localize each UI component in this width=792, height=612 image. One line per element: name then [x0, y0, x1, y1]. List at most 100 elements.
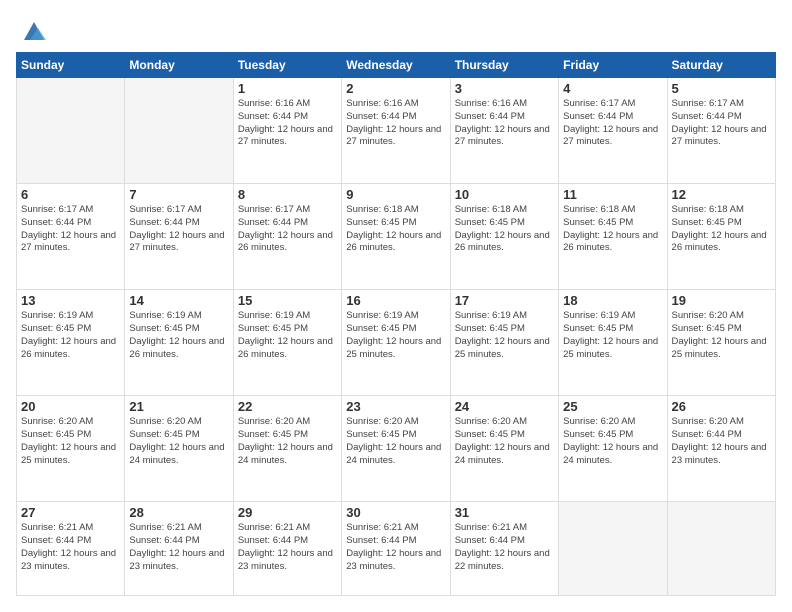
day-cell-21: 21 Sunrise: 6:20 AMSunset: 6:45 PMDayligh…: [125, 396, 233, 502]
day-number: 3: [455, 81, 554, 96]
day-info: Sunrise: 6:20 AMSunset: 6:45 PMDaylight:…: [563, 416, 662, 467]
day-cell-15: 15 Sunrise: 6:19 AMSunset: 6:45 PMDayligh…: [233, 290, 341, 396]
logo: [16, 16, 48, 44]
day-number: 10: [455, 187, 554, 202]
day-cell-17: 17 Sunrise: 6:19 AMSunset: 6:45 PMDayligh…: [450, 290, 558, 396]
day-cell-7: 7 Sunrise: 6:17 AMSunset: 6:44 PMDaylight…: [125, 184, 233, 290]
empty-cell: [17, 78, 125, 184]
day-info: Sunrise: 6:16 AMSunset: 6:44 PMDaylight:…: [238, 98, 337, 149]
day-number: 26: [672, 399, 771, 414]
day-cell-14: 14Sunrise: 6:19 AMSunset: 6:45 PMDayligh…: [125, 290, 233, 396]
day-number: 12: [672, 187, 771, 202]
weekday-header-wednesday: Wednesday: [342, 53, 450, 78]
weekday-header-friday: Friday: [559, 53, 667, 78]
day-cell-23: 23 Sunrise: 6:20 AMSunset: 6:45 PMDayligh…: [342, 396, 450, 502]
day-cell-6: 6 Sunrise: 6:17 AMSunset: 6:44 PMDaylight…: [17, 184, 125, 290]
day-info: Sunrise: 6:20 AMSunset: 6:44 PMDaylight:…: [672, 416, 771, 467]
day-info: Sunrise: 6:20 AMSunset: 6:45 PMDaylight:…: [346, 416, 445, 467]
day-number: 24: [455, 399, 554, 414]
weekday-header-tuesday: Tuesday: [233, 53, 341, 78]
weekday-header-row: SundayMondayTuesdayWednesdayThursdayFrid…: [17, 53, 776, 78]
day-number: 21: [129, 399, 228, 414]
day-info: Sunrise: 6:20 AMSunset: 6:45 PMDaylight:…: [238, 416, 337, 467]
day-info: Sunrise: 6:17 AMSunset: 6:44 PMDaylight:…: [129, 204, 228, 255]
day-info: Sunrise: 6:21 AMSunset: 6:44 PMDaylight:…: [21, 522, 120, 573]
week-row-2: 6 Sunrise: 6:17 AMSunset: 6:44 PMDaylight…: [17, 184, 776, 290]
day-info: Sunrise: 6:19 AMSunset: 6:45 PMDaylight:…: [238, 310, 337, 361]
day-number: 19: [672, 293, 771, 308]
day-cell-9: 9Sunrise: 6:18 AMSunset: 6:45 PMDaylight…: [342, 184, 450, 290]
day-info: Sunrise: 6:18 AMSunset: 6:45 PMDaylight:…: [455, 204, 554, 255]
day-cell-25: 25Sunrise: 6:20 AMSunset: 6:45 PMDayligh…: [559, 396, 667, 502]
day-cell-28: 28Sunrise: 6:21 AMSunset: 6:44 PMDayligh…: [125, 502, 233, 596]
day-number: 7: [129, 187, 228, 202]
logo-icon: [20, 16, 48, 44]
day-number: 18: [563, 293, 662, 308]
day-cell-11: 11 Sunrise: 6:18 AMSunset: 6:45 PMDayligh…: [559, 184, 667, 290]
day-info: Sunrise: 6:19 AMSunset: 6:45 PMDaylight:…: [129, 310, 228, 361]
weekday-header-thursday: Thursday: [450, 53, 558, 78]
day-info: Sunrise: 6:20 AMSunset: 6:45 PMDaylight:…: [129, 416, 228, 467]
header: [16, 16, 776, 44]
day-info: Sunrise: 6:17 AMSunset: 6:44 PMDaylight:…: [672, 98, 771, 149]
day-number: 22: [238, 399, 337, 414]
day-cell-19: 19 Sunrise: 6:20 AMSunset: 6:45 PMDayligh…: [667, 290, 775, 396]
day-cell-8: 8 Sunrise: 6:17 AMSunset: 6:44 PMDaylight…: [233, 184, 341, 290]
week-row-1: 1 Sunrise: 6:16 AMSunset: 6:44 PMDaylight…: [17, 78, 776, 184]
day-number: 1: [238, 81, 337, 96]
day-info: Sunrise: 6:18 AMSunset: 6:45 PMDaylight:…: [563, 204, 662, 255]
day-info: Sunrise: 6:17 AMSunset: 6:44 PMDaylight:…: [21, 204, 120, 255]
day-info: Sunrise: 6:19 AMSunset: 6:45 PMDaylight:…: [21, 310, 120, 361]
empty-cell: [125, 78, 233, 184]
day-number: 8: [238, 187, 337, 202]
day-cell-10: 10 Sunrise: 6:18 AMSunset: 6:45 PMDayligh…: [450, 184, 558, 290]
day-info: Sunrise: 6:21 AMSunset: 6:44 PMDaylight:…: [129, 522, 228, 573]
day-cell-22: 22 Sunrise: 6:20 AMSunset: 6:45 PMDayligh…: [233, 396, 341, 502]
day-info: Sunrise: 6:17 AMSunset: 6:44 PMDaylight:…: [238, 204, 337, 255]
day-number: 13: [21, 293, 120, 308]
empty-cell: [667, 502, 775, 596]
week-row-4: 20 Sunrise: 6:20 AMSunset: 6:45 PMDayligh…: [17, 396, 776, 502]
day-info: Sunrise: 6:18 AMSunset: 6:45 PMDaylight:…: [672, 204, 771, 255]
day-info: Sunrise: 6:20 AMSunset: 6:45 PMDaylight:…: [455, 416, 554, 467]
day-number: 30: [346, 505, 445, 520]
day-number: 11: [563, 187, 662, 202]
day-info: Sunrise: 6:21 AMSunset: 6:44 PMDaylight:…: [346, 522, 445, 573]
day-info: Sunrise: 6:19 AMSunset: 6:45 PMDaylight:…: [346, 310, 445, 361]
day-number: 29: [238, 505, 337, 520]
day-number: 17: [455, 293, 554, 308]
day-info: Sunrise: 6:20 AMSunset: 6:45 PMDaylight:…: [672, 310, 771, 361]
day-number: 20: [21, 399, 120, 414]
day-number: 9: [346, 187, 445, 202]
empty-cell: [559, 502, 667, 596]
day-info: Sunrise: 6:17 AMSunset: 6:44 PMDaylight:…: [563, 98, 662, 149]
day-info: Sunrise: 6:21 AMSunset: 6:44 PMDaylight:…: [455, 522, 554, 573]
day-cell-12: 12 Sunrise: 6:18 AMSunset: 6:45 PMDayligh…: [667, 184, 775, 290]
day-cell-18: 18Sunrise: 6:19 AMSunset: 6:45 PMDayligh…: [559, 290, 667, 396]
week-row-3: 13 Sunrise: 6:19 AMSunset: 6:45 PMDayligh…: [17, 290, 776, 396]
day-cell-1: 1 Sunrise: 6:16 AMSunset: 6:44 PMDaylight…: [233, 78, 341, 184]
weekday-header-saturday: Saturday: [667, 53, 775, 78]
day-number: 15: [238, 293, 337, 308]
page: SundayMondayTuesdayWednesdayThursdayFrid…: [0, 0, 792, 612]
day-cell-30: 30 Sunrise: 6:21 AMSunset: 6:44 PMDayligh…: [342, 502, 450, 596]
day-number: 4: [563, 81, 662, 96]
day-number: 23: [346, 399, 445, 414]
day-cell-20: 20Sunrise: 6:20 AMSunset: 6:45 PMDayligh…: [17, 396, 125, 502]
day-number: 27: [21, 505, 120, 520]
day-number: 5: [672, 81, 771, 96]
day-number: 2: [346, 81, 445, 96]
day-cell-27: 27 Sunrise: 6:21 AMSunset: 6:44 PMDayligh…: [17, 502, 125, 596]
day-number: 6: [21, 187, 120, 202]
day-cell-13: 13 Sunrise: 6:19 AMSunset: 6:45 PMDayligh…: [17, 290, 125, 396]
day-info: Sunrise: 6:16 AMSunset: 6:44 PMDaylight:…: [455, 98, 554, 149]
day-cell-29: 29 Sunrise: 6:21 AMSunset: 6:44 PMDayligh…: [233, 502, 341, 596]
day-cell-5: 5 Sunrise: 6:17 AMSunset: 6:44 PMDaylight…: [667, 78, 775, 184]
day-cell-3: 3 Sunrise: 6:16 AMSunset: 6:44 PMDaylight…: [450, 78, 558, 184]
day-info: Sunrise: 6:21 AMSunset: 6:44 PMDaylight:…: [238, 522, 337, 573]
calendar-table: SundayMondayTuesdayWednesdayThursdayFrid…: [16, 52, 776, 596]
day-cell-31: 31Sunrise: 6:21 AMSunset: 6:44 PMDayligh…: [450, 502, 558, 596]
day-info: Sunrise: 6:19 AMSunset: 6:45 PMDaylight:…: [455, 310, 554, 361]
day-number: 16: [346, 293, 445, 308]
day-cell-26: 26 Sunrise: 6:20 AMSunset: 6:44 PMDayligh…: [667, 396, 775, 502]
